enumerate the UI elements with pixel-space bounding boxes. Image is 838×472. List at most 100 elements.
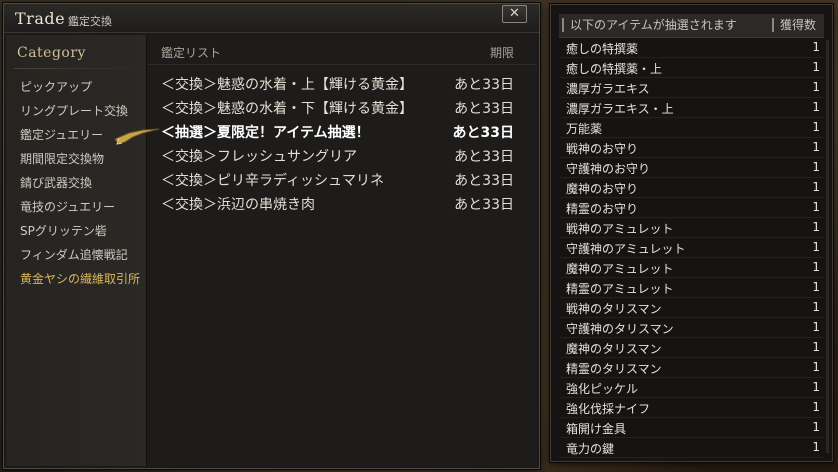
lottery-row: 魔神のタリスマン 1 <box>559 338 824 358</box>
lottery-item-count: 1 <box>812 140 820 154</box>
lottery-item-count: 1 <box>812 380 820 394</box>
lottery-item-count: 1 <box>812 180 820 194</box>
category-item[interactable]: フィンダム追懐戦記 <box>6 243 147 267</box>
lottery-item-count: 1 <box>812 400 820 414</box>
lottery-item-name: 竜力の鍵 <box>566 442 615 456</box>
trade-rows: ＜交換＞魅惑の水着・上【輝ける黄金】 あと33日 ＜交換＞魅惑の水着・下【輝ける黄金… <box>148 71 537 215</box>
lottery-row: 強化ピッケル 1 <box>559 378 824 398</box>
category-item[interactable]: 期間限定交換物 <box>6 147 147 171</box>
lottery-row: 精霊のタリスマン 1 <box>559 358 824 378</box>
trade-item-expiry: あと33日 <box>452 125 514 141</box>
lottery-item-count: 1 <box>812 80 820 94</box>
lottery-item-name: 強化ピッケル <box>566 382 639 396</box>
trade-item-name: ＜交換＞魅惑の水着・下【輝ける黄金】 <box>161 101 413 117</box>
lottery-item-count: 1 <box>812 280 820 294</box>
lottery-item-name: 戦神のお守り <box>566 142 639 156</box>
lottery-scrollbar[interactable] <box>826 40 829 453</box>
trade-row[interactable]: ＜交換＞魅惑の水着・上【輝ける黄金】 あと33日 <box>148 71 537 95</box>
lottery-header-label: 以下のアイテムが抽選されます <box>562 18 737 32</box>
lottery-item-count: 1 <box>812 120 820 134</box>
expiry-header-label: 期限 <box>489 46 514 60</box>
close-button[interactable]: ✕ <box>502 5 527 23</box>
lottery-item-name: 強化伐採ナイフ <box>566 402 651 416</box>
lottery-item-name: 守護神のお守り <box>566 162 651 176</box>
category-item[interactable]: リングプレート交換 <box>6 99 147 123</box>
lottery-item-count: 1 <box>812 200 820 214</box>
trade-item-name: ＜交換＞ピリ辛ラディッシュマリネ <box>161 173 385 189</box>
lottery-item-count: 1 <box>812 360 820 374</box>
count-header-label: 獲得数 <box>771 18 816 32</box>
lottery-item-count: 1 <box>812 420 820 434</box>
lottery-row: 箱開け金具 1 <box>559 418 824 438</box>
lottery-item-name: 戦神のタリスマン <box>566 302 662 316</box>
trade-row[interactable]: ＜交換＞浜辺の串焼き肉 あと33日 <box>148 191 537 215</box>
lottery-item-count: 1 <box>812 440 820 454</box>
lottery-item-name: 箱開け金具 <box>566 422 627 436</box>
trade-row[interactable]: ＜交換＞魅惑の水着・下【輝ける黄金】 あと33日 <box>148 95 537 119</box>
trade-row[interactable]: ＜抽選＞夏限定！アイテム抽選！ あと33日 <box>148 119 537 143</box>
category-item[interactable]: 錆び武器交換 <box>6 171 147 195</box>
lottery-row: 癒しの特撰薬・上 1 <box>559 58 824 78</box>
lottery-item-name: 癒しの特撰薬・上 <box>566 62 663 76</box>
lottery-row: 戦神のお守り 1 <box>559 138 824 158</box>
category-header: Category <box>17 45 86 61</box>
lottery-item-name: 魔神のアミュレット <box>566 262 674 276</box>
lottery-item-count: 1 <box>812 320 820 334</box>
lottery-item-list: 癒しの特撰薬 1 癒しの特撰薬・上 1 濃厚ガラエキス 1 濃厚ガラエキス・上 1 万能薬 1 戦神… <box>559 38 824 458</box>
trade-item-name: ＜交換＞フレッシュサングリア <box>161 149 357 165</box>
lottery-item-count: 1 <box>812 300 820 314</box>
lottery-panel: 以下のアイテムが抽選されます 獲得数 癒しの特撰薬 1 癒しの特撰薬・上 1 濃厚ガラエ… <box>550 4 833 462</box>
category-item[interactable]: ピックアップ <box>6 75 147 99</box>
lottery-row: 精霊のお守り 1 <box>559 198 824 218</box>
lottery-header: 以下のアイテムが抽選されます 獲得数 <box>559 14 824 38</box>
lottery-row: 魔神のお守り 1 <box>559 178 824 198</box>
trade-row[interactable]: ＜交換＞フレッシュサングリア あと33日 <box>148 143 537 167</box>
lottery-item-name: 魔神のお守り <box>566 182 639 196</box>
lottery-item-name: 精霊のお守り <box>566 202 639 216</box>
trade-item-expiry: あと33日 <box>454 173 514 189</box>
lottery-item-count: 1 <box>812 100 820 114</box>
lottery-row: 濃厚ガラエキス 1 <box>559 78 824 98</box>
trade-item-name: ＜交換＞魅惑の水着・上【輝ける黄金】 <box>161 77 413 93</box>
trade-window: Trade 鑑定交換 ✕ Category ピックアップ リングプレート交換 鑑定ジ… <box>3 3 540 469</box>
lottery-item-name: 万能薬 <box>566 122 603 136</box>
trade-item-expiry: あと33日 <box>454 149 514 165</box>
lottery-item-name: 濃厚ガラエキス <box>566 82 650 96</box>
lottery-item-count: 1 <box>812 240 820 254</box>
trade-row[interactable]: ＜交換＞ピリ辛ラディッシュマリネ あと33日 <box>148 167 537 191</box>
close-icon: ✕ <box>509 6 520 21</box>
lottery-row: 精霊のアミュレット 1 <box>559 278 824 298</box>
list-header-label: 鑑定リスト <box>161 46 222 60</box>
category-item[interactable]: 黄金ヤシの繊維取引所 <box>6 267 147 291</box>
trade-item-expiry: あと33日 <box>454 77 514 93</box>
lottery-row: 守護神のアミュレット 1 <box>559 238 824 258</box>
category-list: ピックアップ リングプレート交換 鑑定ジュエリー 期間限定交換物 錆び武器交換 竜技のジュ… <box>6 75 147 291</box>
lottery-item-count: 1 <box>812 220 820 234</box>
lottery-item-name: 守護神のタリスマン <box>566 322 674 336</box>
category-divider <box>14 68 144 69</box>
trade-item-name: ＜交換＞浜辺の串焼き肉 <box>161 197 315 213</box>
lottery-item-name: 戦神のアミュレット <box>566 222 674 236</box>
lottery-row: 魔神のアミュレット 1 <box>559 258 824 278</box>
trade-list-panel: 鑑定リスト 期限 ＜交換＞魅惑の水着・上【輝ける黄金】 あと33日 ＜交換＞魅惑の水… <box>148 35 537 466</box>
lottery-item-name: 精霊のタリスマン <box>566 362 662 376</box>
list-header: 鑑定リスト 期限 <box>148 35 537 65</box>
trade-item-name: ＜抽選＞夏限定！アイテム抽選！ <box>161 125 370 141</box>
lottery-item-count: 1 <box>812 160 820 174</box>
lottery-item-name: 精霊のアミュレット <box>566 282 674 296</box>
lottery-item-name: 濃厚ガラエキス・上 <box>566 102 674 116</box>
category-item[interactable]: SPグリッテン砦 <box>6 219 147 243</box>
lottery-row: 強化伐採ナイフ 1 <box>559 398 824 418</box>
lottery-item-count: 1 <box>812 260 820 274</box>
lottery-item-count: 1 <box>812 340 820 354</box>
lottery-item-name: 守護神のアミュレット <box>566 242 686 256</box>
title-bar[interactable]: Trade 鑑定交換 ✕ <box>4 4 539 33</box>
lottery-row: 癒しの特撰薬 1 <box>559 38 824 58</box>
lottery-row: 戦神のタリスマン 1 <box>559 298 824 318</box>
category-item[interactable]: 竜技のジュエリー <box>6 195 147 219</box>
hand-pointer-icon <box>114 128 160 145</box>
lottery-row: 竜力の鍵 1 <box>559 438 824 458</box>
window-title: Trade <box>15 9 66 28</box>
lottery-row: 守護神のお守り 1 <box>559 158 824 178</box>
lottery-row: 守護神のタリスマン 1 <box>559 318 824 338</box>
